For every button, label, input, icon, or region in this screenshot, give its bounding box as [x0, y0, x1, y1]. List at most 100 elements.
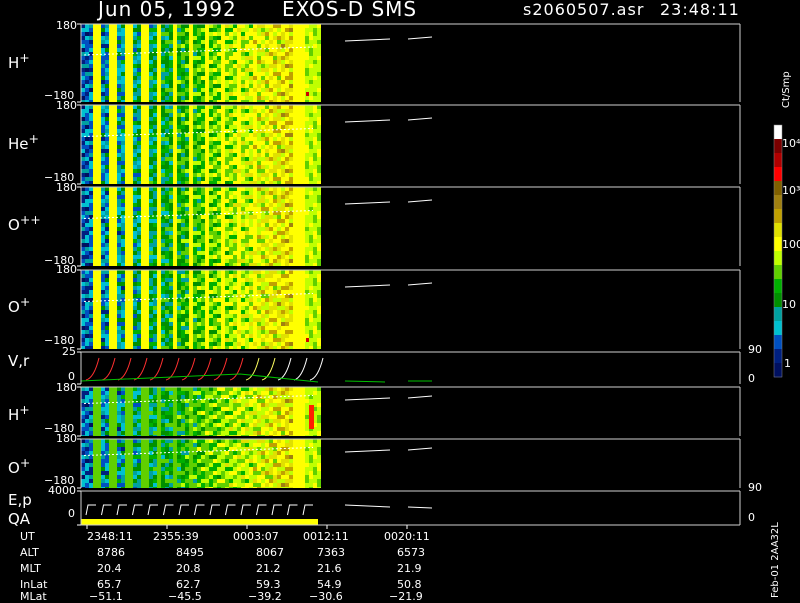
heatmap-cell — [141, 161, 145, 165]
heatmap-cell — [185, 334, 189, 338]
heatmap-cell — [229, 191, 233, 195]
heatmap-cell — [101, 76, 105, 80]
heatmap-cell — [217, 255, 221, 259]
heatmap-cell — [213, 322, 217, 326]
heatmap-cell — [185, 28, 189, 32]
heatmap-cell — [141, 302, 145, 306]
heatmap-cell — [93, 52, 97, 56]
heatmap-cell — [113, 181, 117, 184]
heatmap-cell — [249, 52, 253, 56]
heatmap-cell — [313, 96, 317, 100]
heatmap-cell — [205, 80, 209, 84]
heatmap-cell — [261, 282, 265, 286]
heatmap-cell — [157, 346, 161, 349]
heatmap-cell — [289, 64, 293, 68]
heatmap-cell — [249, 113, 253, 117]
heatmap-cell — [297, 282, 301, 286]
heatmap-cell — [277, 274, 281, 278]
heatmap-cell — [297, 239, 301, 243]
heatmap-cell — [213, 80, 217, 84]
heatmap-cell — [249, 133, 253, 137]
heatmap-cell — [189, 92, 193, 96]
heatmap-cell — [297, 52, 301, 56]
heatmap-cell — [109, 199, 113, 203]
heatmap-cell — [125, 318, 129, 322]
heatmap-cell — [277, 137, 281, 141]
heatmap-cell — [173, 125, 177, 129]
heatmap-cell — [229, 338, 233, 342]
heatmap-cell — [165, 121, 169, 125]
heatmap-cell — [237, 338, 241, 342]
heatmap-cell — [261, 247, 265, 251]
heatmap-cell — [113, 326, 117, 330]
heatmap-cell — [293, 235, 297, 239]
heatmap-cell — [149, 60, 153, 64]
heatmap-cell — [193, 314, 197, 318]
heatmap-cell — [121, 310, 125, 314]
heatmap-cell — [281, 243, 285, 247]
heatmap-cell — [241, 40, 245, 44]
heatmap-cell — [245, 302, 249, 306]
heatmap-cell — [257, 247, 261, 251]
heatmap-cell — [81, 165, 85, 169]
heatmap-cell — [317, 219, 321, 223]
heatmap-cell — [261, 145, 265, 149]
heatmap-cell — [181, 173, 185, 177]
heatmap-cell — [137, 278, 141, 282]
heatmap-cell — [93, 247, 97, 251]
heatmap-cell — [141, 239, 145, 243]
heatmap-cell — [97, 391, 101, 395]
heatmap-cell — [129, 125, 133, 129]
heatmap-cell — [221, 286, 225, 290]
heatmap-cell — [113, 100, 117, 102]
heatmap-cell — [201, 235, 205, 239]
heatmap-cell — [209, 72, 213, 76]
heatmap-cell — [181, 306, 185, 310]
heatmap-cell — [137, 259, 141, 263]
heatmap-cell — [253, 290, 257, 294]
heatmap-cell — [113, 165, 117, 169]
heatmap-cell — [257, 318, 261, 322]
heatmap-cell — [265, 278, 269, 282]
heatmap-cell — [289, 149, 293, 153]
heatmap-cell — [109, 427, 113, 431]
heatmap-cell — [177, 76, 181, 80]
heatmap-cell — [165, 36, 169, 40]
heatmap-cell — [185, 290, 189, 294]
heatmap-cell — [317, 211, 321, 215]
heatmap-cell — [253, 161, 257, 165]
heatmap-cell — [173, 310, 177, 314]
heatmap-cell — [101, 403, 105, 407]
heatmap-cell — [245, 322, 249, 326]
heatmap-cell — [281, 133, 285, 137]
heatmap-cell — [173, 199, 177, 203]
heatmap-cell — [225, 191, 229, 195]
heatmap-cell — [109, 36, 113, 40]
heatmap-cell — [165, 100, 169, 102]
heatmap-cell — [165, 109, 169, 113]
heatmap-cell — [165, 342, 169, 346]
heatmap-cell — [245, 141, 249, 145]
heatmap-cell — [309, 278, 313, 282]
heatmap-cell — [257, 137, 261, 141]
heatmap-cell — [293, 88, 297, 92]
heatmap-cell — [221, 211, 225, 215]
heatmap-cell — [293, 28, 297, 32]
heatmap-cell — [101, 223, 105, 227]
heatmap-cell — [317, 215, 321, 219]
heatmap-cell — [89, 346, 93, 349]
heatmap-cell — [249, 169, 253, 173]
heatmap-cell — [133, 141, 137, 145]
heatmap-cell — [165, 88, 169, 92]
heatmap-cell — [105, 92, 109, 96]
heatmap-cell — [209, 117, 213, 121]
heatmap-cell — [245, 52, 249, 56]
heatmap-cell — [97, 278, 101, 282]
heatmap-cell — [309, 96, 313, 100]
heatmap-cell — [125, 48, 129, 52]
heatmap-cell — [265, 36, 269, 40]
heatmap-cell — [101, 129, 105, 133]
heatmap-cell — [217, 121, 221, 125]
heatmap-cell — [129, 326, 133, 330]
heatmap-cell — [121, 231, 125, 235]
